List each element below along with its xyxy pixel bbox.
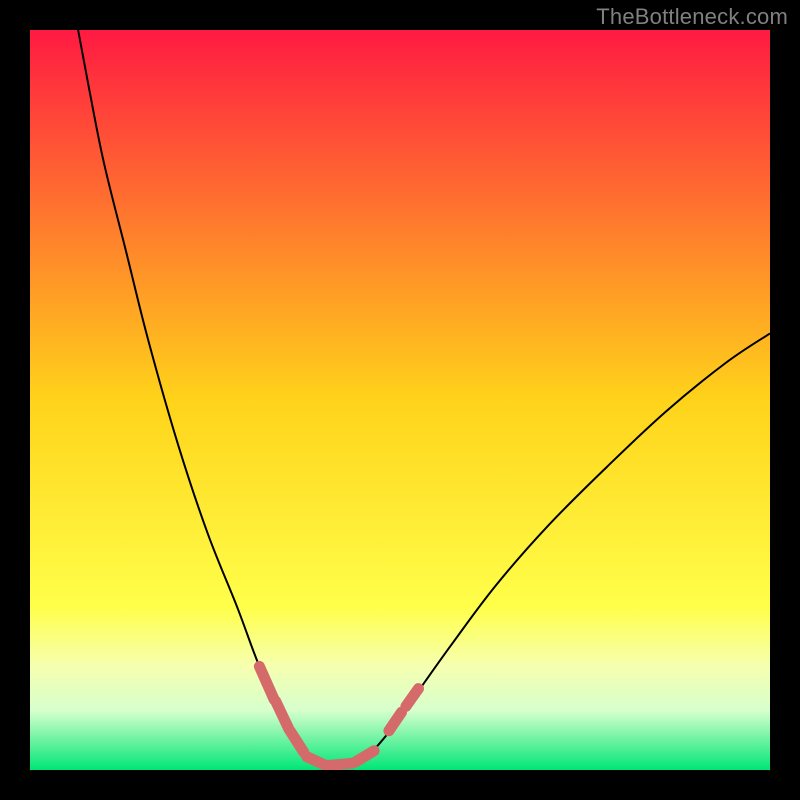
bottleneck-chart bbox=[0, 0, 800, 800]
plot-background bbox=[30, 30, 770, 770]
chart-stage: TheBottleneck.com bbox=[0, 0, 800, 800]
watermark-text: TheBottleneck.com bbox=[596, 4, 788, 30]
series-highlight-segments-seg-4 bbox=[327, 763, 351, 765]
series-highlight-segments-seg-3 bbox=[307, 757, 325, 765]
